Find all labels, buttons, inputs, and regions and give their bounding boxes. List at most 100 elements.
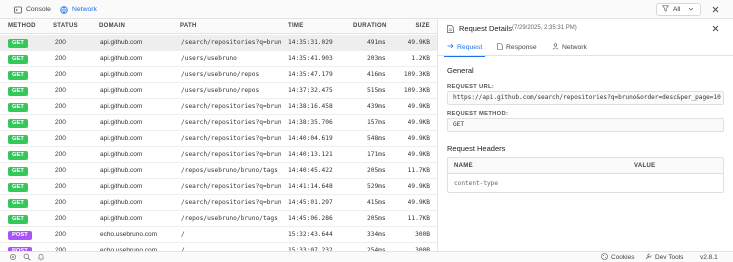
tab-console[interactable]: Console (14, 0, 51, 19)
general-section-title: General (447, 66, 474, 75)
cell-path: /search/repositories?q=brun... (181, 39, 281, 46)
tab-request-label: Request (457, 43, 483, 51)
method-badge: GET (8, 103, 28, 112)
cell-status: 200 (55, 247, 66, 251)
cell-domain: api.github.com (100, 151, 143, 158)
cell-time: 14:40:45.422 (288, 167, 333, 174)
cell-time: 14:40:13.121 (288, 151, 333, 158)
cell-status: 200 (55, 167, 66, 174)
search-icon[interactable] (23, 253, 31, 261)
table-row[interactable]: GET 200 api.github.com/search/repositories… (0, 35, 437, 51)
cookies-label: Cookies (611, 254, 635, 261)
table-row[interactable]: GET 200 api.github.com/repos/usebruno/brun… (0, 163, 437, 179)
cell-duration: 205ms (367, 167, 386, 174)
cell-status: 200 (55, 39, 66, 46)
table-row[interactable]: GET 200 api.github.com/search/repositories… (0, 115, 437, 131)
column-time[interactable]: TIME (288, 19, 304, 34)
table-row[interactable]: GET 200 api.github.com/users/usebruno 14:35… (0, 51, 437, 67)
request-url-label: REQUEST URL: (447, 84, 495, 90)
cell-status: 200 (55, 135, 66, 142)
devtools-button[interactable]: Dev Tools (645, 252, 683, 262)
cell-time: 15:32:43.644 (288, 231, 333, 238)
table-row[interactable]: POST 200 echo.usebruno.com/15:33:07.232 254… (0, 243, 437, 251)
settings-icon[interactable] (9, 253, 17, 261)
table-row[interactable]: GET 200 api.github.com/search/repositories… (0, 179, 437, 195)
method-badge: GET (8, 151, 28, 160)
bell-icon[interactable] (37, 253, 45, 261)
method-badge: GET (8, 199, 28, 208)
cell-path: /search/repositories?q=brun... (181, 151, 281, 158)
cell-path: /users/usebruno/repos (181, 71, 260, 78)
file-icon (497, 42, 503, 52)
cell-duration: 254ms (367, 247, 386, 251)
table-row[interactable]: POST 200 echo.usebruno.com / 15:32:43.644 334… (0, 227, 437, 243)
cell-status: 200 (55, 199, 66, 206)
cell-duration: 415ms (367, 199, 386, 206)
cell-size: 49.9KB (407, 119, 430, 126)
column-domain[interactable]: DOMAIN (99, 19, 125, 34)
cell-size: 109.3KB (403, 87, 430, 94)
cell-path: /search/repositories?q=brun... (181, 135, 281, 142)
version-label: v2.8.1 (700, 254, 718, 261)
cell-status: 200 (55, 119, 66, 126)
request-method-value: GET (447, 118, 724, 132)
cookie-icon (601, 253, 608, 262)
method-badge: GET (8, 183, 28, 192)
cell-status: 200 (55, 55, 66, 62)
table-row[interactable]: GET 200 api.github.com/search/repositories… (0, 195, 437, 211)
column-duration[interactable]: DURATION (353, 19, 387, 34)
table-row[interactable]: GET 200 api.github.com/search/repositories… (0, 99, 437, 115)
request-method-label: REQUEST METHOD: (447, 111, 509, 117)
filter-value: All (673, 6, 681, 13)
header-name: content-type (454, 180, 499, 187)
cell-status: 200 (55, 183, 66, 190)
cell-status: 200 (55, 103, 66, 110)
tab-network[interactable]: Network (56, 0, 101, 20)
cell-path: /search/repositories?q=brun... (181, 199, 281, 206)
close-devtools-icon[interactable] (711, 5, 720, 14)
cookies-button[interactable]: Cookies (601, 252, 634, 262)
table-row[interactable]: GET 200 api.github.com/users/usebruno/repo… (0, 67, 437, 83)
column-size[interactable]: SIZE (415, 19, 430, 34)
cell-size: 49.9KB (407, 183, 430, 190)
cell-status: 200 (55, 151, 66, 158)
table-row[interactable]: GET 200 api.github.com/users/usebruno/repo… (0, 83, 437, 99)
tab-network-info[interactable]: Network (552, 38, 587, 56)
method-badge: GET (8, 135, 28, 144)
column-method[interactable]: METHOD (8, 19, 36, 34)
filter-icon (661, 5, 670, 14)
cell-status: 200 (55, 87, 66, 94)
column-path[interactable]: PATH (180, 19, 197, 34)
cell-domain: api.github.com (100, 119, 143, 126)
status-bar: Cookies Dev Tools v2.8.1 (0, 251, 733, 262)
cell-time: 14:45:01.297 (288, 199, 333, 206)
tab-network-label: Network (72, 6, 97, 13)
column-status[interactable]: STATUS (53, 19, 78, 34)
devtools-tabbar: Console Network All (0, 0, 733, 20)
table-row[interactable]: GET 200 api.github.com/search/repositories… (0, 131, 437, 147)
wrench-icon (645, 253, 652, 262)
cell-duration: 439ms (367, 103, 386, 110)
network-icon (60, 5, 68, 14)
cell-size: 300B (415, 247, 430, 251)
tab-request[interactable]: Request (443, 38, 486, 57)
cell-duration: 171ms (367, 151, 386, 158)
close-details-icon[interactable] (711, 24, 720, 33)
cell-duration: 515ms (367, 87, 386, 94)
cell-duration: 203ms (367, 55, 386, 62)
cell-domain: api.github.com (100, 87, 143, 94)
document-icon (447, 25, 454, 35)
cell-size: 11.7KB (407, 167, 430, 174)
tab-response[interactable]: Response (497, 38, 537, 56)
request-url-value: https://api.github.com/search/repositori… (447, 91, 724, 105)
cell-domain: api.github.com (100, 167, 143, 174)
tab-console-label: Console (26, 6, 51, 13)
cell-duration: 548ms (367, 135, 386, 142)
table-row[interactable]: GET 200 api.github.com/repos/usebruno/brun… (0, 211, 437, 227)
cell-path: / (181, 247, 185, 251)
cell-time: 14:37:32.475 (288, 87, 333, 94)
method-badge: GET (8, 215, 28, 224)
headers-column-name: NAME (454, 163, 473, 169)
table-row[interactable]: GET 200 api.github.com/search/repositories… (0, 147, 437, 163)
method-filter-select[interactable]: All (656, 3, 701, 16)
